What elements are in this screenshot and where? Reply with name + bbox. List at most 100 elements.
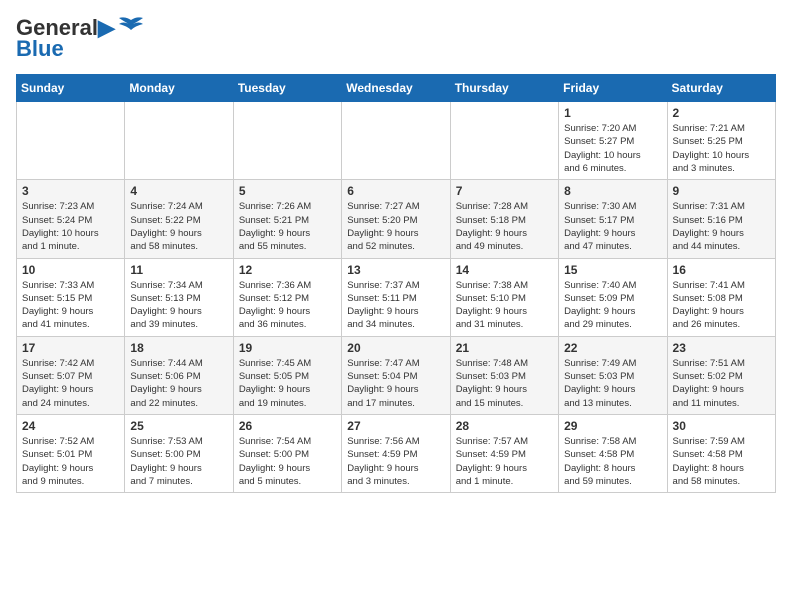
day-info: Sunrise: 7:58 AM Sunset: 4:58 PM Dayligh… xyxy=(564,435,661,488)
day-cell: 15 Sunrise: 7:40 AM Sunset: 5:09 PM Dayli… xyxy=(559,258,667,336)
day-number: 25 xyxy=(130,419,227,433)
day-info: Sunrise: 7:57 AM Sunset: 4:59 PM Dayligh… xyxy=(456,435,553,488)
day-cell: 16Sunrise: 7:41 AM Sunset: 5:08 PM Dayli… xyxy=(667,258,775,336)
day-number: 12 xyxy=(239,263,336,277)
day-cell: 8Sunrise: 7:30 AM Sunset: 5:17 PM Daylig… xyxy=(559,180,667,258)
day-number: 7 xyxy=(456,184,553,198)
day-number: 20 xyxy=(347,341,444,355)
day-number: 6 xyxy=(347,184,444,198)
day-info: Sunrise: 7:44 AM Sunset: 5:06 PM Dayligh… xyxy=(130,357,227,410)
day-cell: 28 Sunrise: 7:57 AM Sunset: 4:59 PM Dayli… xyxy=(450,414,558,492)
day-cell xyxy=(17,102,125,180)
day-info: Sunrise: 7:59 AM Sunset: 4:58 PM Dayligh… xyxy=(673,435,770,488)
day-info: Sunrise: 7:51 AM Sunset: 5:02 PM Dayligh… xyxy=(673,357,770,410)
day-info: Sunrise: 7:40 AM Sunset: 5:09 PM Dayligh… xyxy=(564,279,661,332)
day-info: Sunrise: 7:27 AM Sunset: 5:20 PM Dayligh… xyxy=(347,200,444,253)
day-number: 15 xyxy=(564,263,661,277)
week-row-4: 17 Sunrise: 7:42 AM Sunset: 5:07 PM Dayli… xyxy=(17,336,776,414)
day-number: 18 xyxy=(130,341,227,355)
day-cell xyxy=(450,102,558,180)
day-number: 17 xyxy=(22,341,119,355)
day-number: 3 xyxy=(22,184,119,198)
day-number: 1 xyxy=(564,106,661,120)
calendar-table: SundayMondayTuesdayWednesdayThursdayFrid… xyxy=(16,74,776,493)
day-cell: 12 Sunrise: 7:36 AM Sunset: 5:12 PM Dayli… xyxy=(233,258,341,336)
day-cell: 4 Sunrise: 7:24 AM Sunset: 5:22 PM Daylig… xyxy=(125,180,233,258)
day-info: Sunrise: 7:26 AM Sunset: 5:21 PM Dayligh… xyxy=(239,200,336,253)
day-number: 22 xyxy=(564,341,661,355)
day-cell: 21 Sunrise: 7:48 AM Sunset: 5:03 PM Dayli… xyxy=(450,336,558,414)
day-cell: 22 Sunrise: 7:49 AM Sunset: 5:03 PM Dayli… xyxy=(559,336,667,414)
day-info: Sunrise: 7:54 AM Sunset: 5:00 PM Dayligh… xyxy=(239,435,336,488)
day-cell: 17 Sunrise: 7:42 AM Sunset: 5:07 PM Dayli… xyxy=(17,336,125,414)
day-number: 13 xyxy=(347,263,444,277)
day-cell xyxy=(233,102,341,180)
day-cell: 24 Sunrise: 7:52 AM Sunset: 5:01 PM Dayli… xyxy=(17,414,125,492)
day-cell: 19Sunrise: 7:45 AM Sunset: 5:05 PM Dayli… xyxy=(233,336,341,414)
day-info: Sunrise: 7:33 AM Sunset: 5:15 PM Dayligh… xyxy=(22,279,119,332)
day-info: Sunrise: 7:21 AM Sunset: 5:25 PM Dayligh… xyxy=(673,122,770,175)
day-cell: 1Sunrise: 7:20 AM Sunset: 5:27 PM Daylig… xyxy=(559,102,667,180)
day-number: 24 xyxy=(22,419,119,433)
day-number: 29 xyxy=(564,419,661,433)
day-number: 21 xyxy=(456,341,553,355)
day-info: Sunrise: 7:49 AM Sunset: 5:03 PM Dayligh… xyxy=(564,357,661,410)
day-number: 11 xyxy=(130,263,227,277)
weekday-header-row: SundayMondayTuesdayWednesdayThursdayFrid… xyxy=(17,75,776,102)
logo: General▶ Blue xyxy=(16,16,145,62)
day-cell: 14 Sunrise: 7:38 AM Sunset: 5:10 PM Dayli… xyxy=(450,258,558,336)
day-number: 9 xyxy=(673,184,770,198)
day-number: 2 xyxy=(673,106,770,120)
day-info: Sunrise: 7:28 AM Sunset: 5:18 PM Dayligh… xyxy=(456,200,553,253)
day-number: 10 xyxy=(22,263,119,277)
day-number: 26 xyxy=(239,419,336,433)
week-row-1: 1Sunrise: 7:20 AM Sunset: 5:27 PM Daylig… xyxy=(17,102,776,180)
day-cell xyxy=(342,102,450,180)
logo-bird-icon xyxy=(117,16,145,36)
day-cell: 13 Sunrise: 7:37 AM Sunset: 5:11 PM Dayli… xyxy=(342,258,450,336)
day-cell: 3 Sunrise: 7:23 AM Sunset: 5:24 PM Daylig… xyxy=(17,180,125,258)
day-cell: 7 Sunrise: 7:28 AM Sunset: 5:18 PM Daylig… xyxy=(450,180,558,258)
day-cell: 11 Sunrise: 7:34 AM Sunset: 5:13 PM Dayli… xyxy=(125,258,233,336)
day-number: 28 xyxy=(456,419,553,433)
day-cell: 29 Sunrise: 7:58 AM Sunset: 4:58 PM Dayli… xyxy=(559,414,667,492)
day-cell: 26 Sunrise: 7:54 AM Sunset: 5:00 PM Dayli… xyxy=(233,414,341,492)
day-cell: 9 Sunrise: 7:31 AM Sunset: 5:16 PM Daylig… xyxy=(667,180,775,258)
day-number: 30 xyxy=(673,419,770,433)
day-info: Sunrise: 7:31 AM Sunset: 5:16 PM Dayligh… xyxy=(673,200,770,253)
weekday-header-sunday: Sunday xyxy=(17,75,125,102)
day-cell: 2 Sunrise: 7:21 AM Sunset: 5:25 PM Daylig… xyxy=(667,102,775,180)
week-row-2: 3 Sunrise: 7:23 AM Sunset: 5:24 PM Daylig… xyxy=(17,180,776,258)
day-info: Sunrise: 7:52 AM Sunset: 5:01 PM Dayligh… xyxy=(22,435,119,488)
day-number: 27 xyxy=(347,419,444,433)
day-info: Sunrise: 7:37 AM Sunset: 5:11 PM Dayligh… xyxy=(347,279,444,332)
page-header: General▶ Blue xyxy=(16,16,776,62)
day-cell: 25 Sunrise: 7:53 AM Sunset: 5:00 PM Dayli… xyxy=(125,414,233,492)
day-info: Sunrise: 7:42 AM Sunset: 5:07 PM Dayligh… xyxy=(22,357,119,410)
day-info: Sunrise: 7:48 AM Sunset: 5:03 PM Dayligh… xyxy=(456,357,553,410)
day-number: 19 xyxy=(239,341,336,355)
day-cell: 5 Sunrise: 7:26 AM Sunset: 5:21 PM Daylig… xyxy=(233,180,341,258)
day-number: 5 xyxy=(239,184,336,198)
day-cell xyxy=(125,102,233,180)
day-info: Sunrise: 7:47 AM Sunset: 5:04 PM Dayligh… xyxy=(347,357,444,410)
day-cell: 6 Sunrise: 7:27 AM Sunset: 5:20 PM Daylig… xyxy=(342,180,450,258)
day-info: Sunrise: 7:53 AM Sunset: 5:00 PM Dayligh… xyxy=(130,435,227,488)
week-row-3: 10 Sunrise: 7:33 AM Sunset: 5:15 PM Dayli… xyxy=(17,258,776,336)
day-number: 4 xyxy=(130,184,227,198)
day-cell: 18 Sunrise: 7:44 AM Sunset: 5:06 PM Dayli… xyxy=(125,336,233,414)
day-info: Sunrise: 7:24 AM Sunset: 5:22 PM Dayligh… xyxy=(130,200,227,253)
day-info: Sunrise: 7:41 AM Sunset: 5:08 PM Dayligh… xyxy=(673,279,770,332)
weekday-header-saturday: Saturday xyxy=(667,75,775,102)
day-cell: 23Sunrise: 7:51 AM Sunset: 5:02 PM Dayli… xyxy=(667,336,775,414)
weekday-header-friday: Friday xyxy=(559,75,667,102)
day-info: Sunrise: 7:36 AM Sunset: 5:12 PM Dayligh… xyxy=(239,279,336,332)
day-info: Sunrise: 7:38 AM Sunset: 5:10 PM Dayligh… xyxy=(456,279,553,332)
day-info: Sunrise: 7:34 AM Sunset: 5:13 PM Dayligh… xyxy=(130,279,227,332)
weekday-header-wednesday: Wednesday xyxy=(342,75,450,102)
day-info: Sunrise: 7:30 AM Sunset: 5:17 PM Dayligh… xyxy=(564,200,661,253)
logo-blue-text: Blue xyxy=(16,36,64,62)
day-number: 14 xyxy=(456,263,553,277)
weekday-header-monday: Monday xyxy=(125,75,233,102)
day-info: Sunrise: 7:23 AM Sunset: 5:24 PM Dayligh… xyxy=(22,200,119,253)
